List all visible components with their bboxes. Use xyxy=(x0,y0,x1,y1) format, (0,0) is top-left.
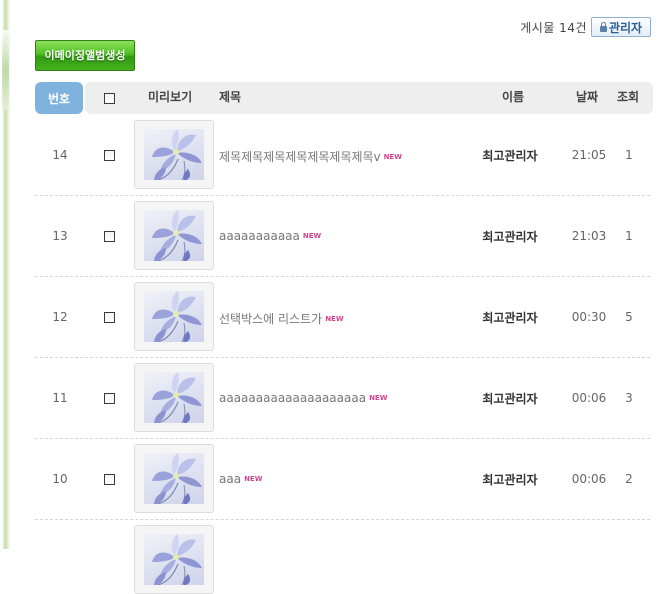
column-header-preview: 미리보기 xyxy=(148,90,193,104)
post-title-link[interactable]: aaaaaaaaaaaaaaaaaaaa NEW xyxy=(219,391,387,405)
hit-count: 2 xyxy=(625,472,633,486)
post-title-text: 선택박스에 리스트가 xyxy=(219,312,323,326)
table-row: 14 제목제목제목제목제목제목제목v NEW 최고관리자 21:05 1 xyxy=(35,114,650,196)
column-header-hits[interactable]: 조회 xyxy=(617,82,639,114)
post-title-text: aaaaaaaaaaa xyxy=(219,229,300,243)
row-checkbox[interactable] xyxy=(104,150,115,161)
flower-image xyxy=(144,291,204,342)
thumbnail[interactable] xyxy=(134,363,214,432)
flower-image xyxy=(144,534,204,585)
select-all-checkbox[interactable] xyxy=(104,93,115,104)
post-title-link[interactable]: 선택박스에 리스트가 NEW xyxy=(219,310,344,327)
table-row: 10 aaa NEW 최고관리자 00:06 2 xyxy=(35,438,650,520)
author-name[interactable]: 최고관리자 xyxy=(465,390,555,407)
new-badge: NEW xyxy=(369,394,388,402)
table-row: 13 aaaaaaaaaaa NEW 최고관리자 21:03 1 xyxy=(35,195,650,277)
create-album-button[interactable]: 이메이징앨범생성 xyxy=(35,40,135,71)
flower-image xyxy=(144,129,204,180)
row-number: 13 xyxy=(52,229,68,243)
column-header-date[interactable]: 날짜 xyxy=(576,82,598,114)
author-name[interactable]: 최고관리자 xyxy=(465,471,555,488)
post-title-link[interactable]: 제목제목제목제목제목제목제목v NEW xyxy=(219,148,402,165)
new-badge: NEW xyxy=(302,232,322,240)
author-name[interactable]: 최고관리자 xyxy=(465,309,555,326)
row-number: 12 xyxy=(52,310,68,324)
flower-image xyxy=(144,453,204,504)
new-badge: NEW xyxy=(383,153,403,161)
author-name[interactable]: 최고관리자 xyxy=(465,147,555,164)
thumbnail[interactable] xyxy=(134,444,214,513)
post-date: 00:06 xyxy=(571,391,607,405)
admin-button-label: 관리자 xyxy=(608,20,643,35)
column-header-num[interactable]: 번호 xyxy=(35,82,83,114)
table-row: 11 aaaaaaaaaaaaaaaaaaaa NEW 최고관리자 00:06 3 xyxy=(35,357,650,439)
row-checkbox[interactable] xyxy=(104,231,115,242)
column-header-name[interactable]: 이름 xyxy=(502,82,524,114)
row-number: 10 xyxy=(52,472,68,486)
post-title-text: aaa xyxy=(219,472,242,486)
flower-image xyxy=(144,372,204,423)
admin-button[interactable]: 관리자 xyxy=(591,17,651,37)
row-checkbox[interactable] xyxy=(104,393,115,404)
hit-count: 3 xyxy=(625,391,633,405)
thumbnail[interactable] xyxy=(134,282,214,351)
row-number: 14 xyxy=(52,148,68,162)
table-row: 12 선택박스에 리스트가 NEW 최고관리자 00:30 5 xyxy=(35,276,650,358)
hit-count: 1 xyxy=(625,148,633,162)
row-checkbox[interactable] xyxy=(104,312,115,323)
post-title-link[interactable]: aaa NEW xyxy=(219,472,262,486)
thumbnail[interactable] xyxy=(134,525,214,594)
author-name[interactable]: 최고관리자 xyxy=(465,228,555,245)
column-header-title[interactable]: 제목 xyxy=(219,82,241,114)
post-date: 00:06 xyxy=(571,472,607,486)
row-number: 11 xyxy=(52,391,68,405)
lock-icon xyxy=(599,21,607,32)
new-badge: NEW xyxy=(244,475,263,483)
post-count: 게시물 14건 xyxy=(520,21,587,35)
post-title-text: 제목제목제목제목제목제목제목v xyxy=(219,150,381,164)
thumbnail[interactable] xyxy=(134,120,214,189)
post-date: 00:30 xyxy=(571,310,607,324)
post-date: 21:03 xyxy=(571,229,607,243)
row-checkbox[interactable] xyxy=(104,474,115,485)
post-title-link[interactable]: aaaaaaaaaaa NEW xyxy=(219,229,321,243)
hit-count: 5 xyxy=(625,310,633,324)
new-badge: NEW xyxy=(325,315,344,323)
post-title-text: aaaaaaaaaaaaaaaaaaaa xyxy=(219,391,367,405)
thumbnail[interactable] xyxy=(134,201,214,270)
left-decoration-bar xyxy=(0,0,12,549)
hit-count: 1 xyxy=(625,229,633,243)
flower-image xyxy=(144,210,204,261)
post-date: 21:05 xyxy=(571,148,607,162)
